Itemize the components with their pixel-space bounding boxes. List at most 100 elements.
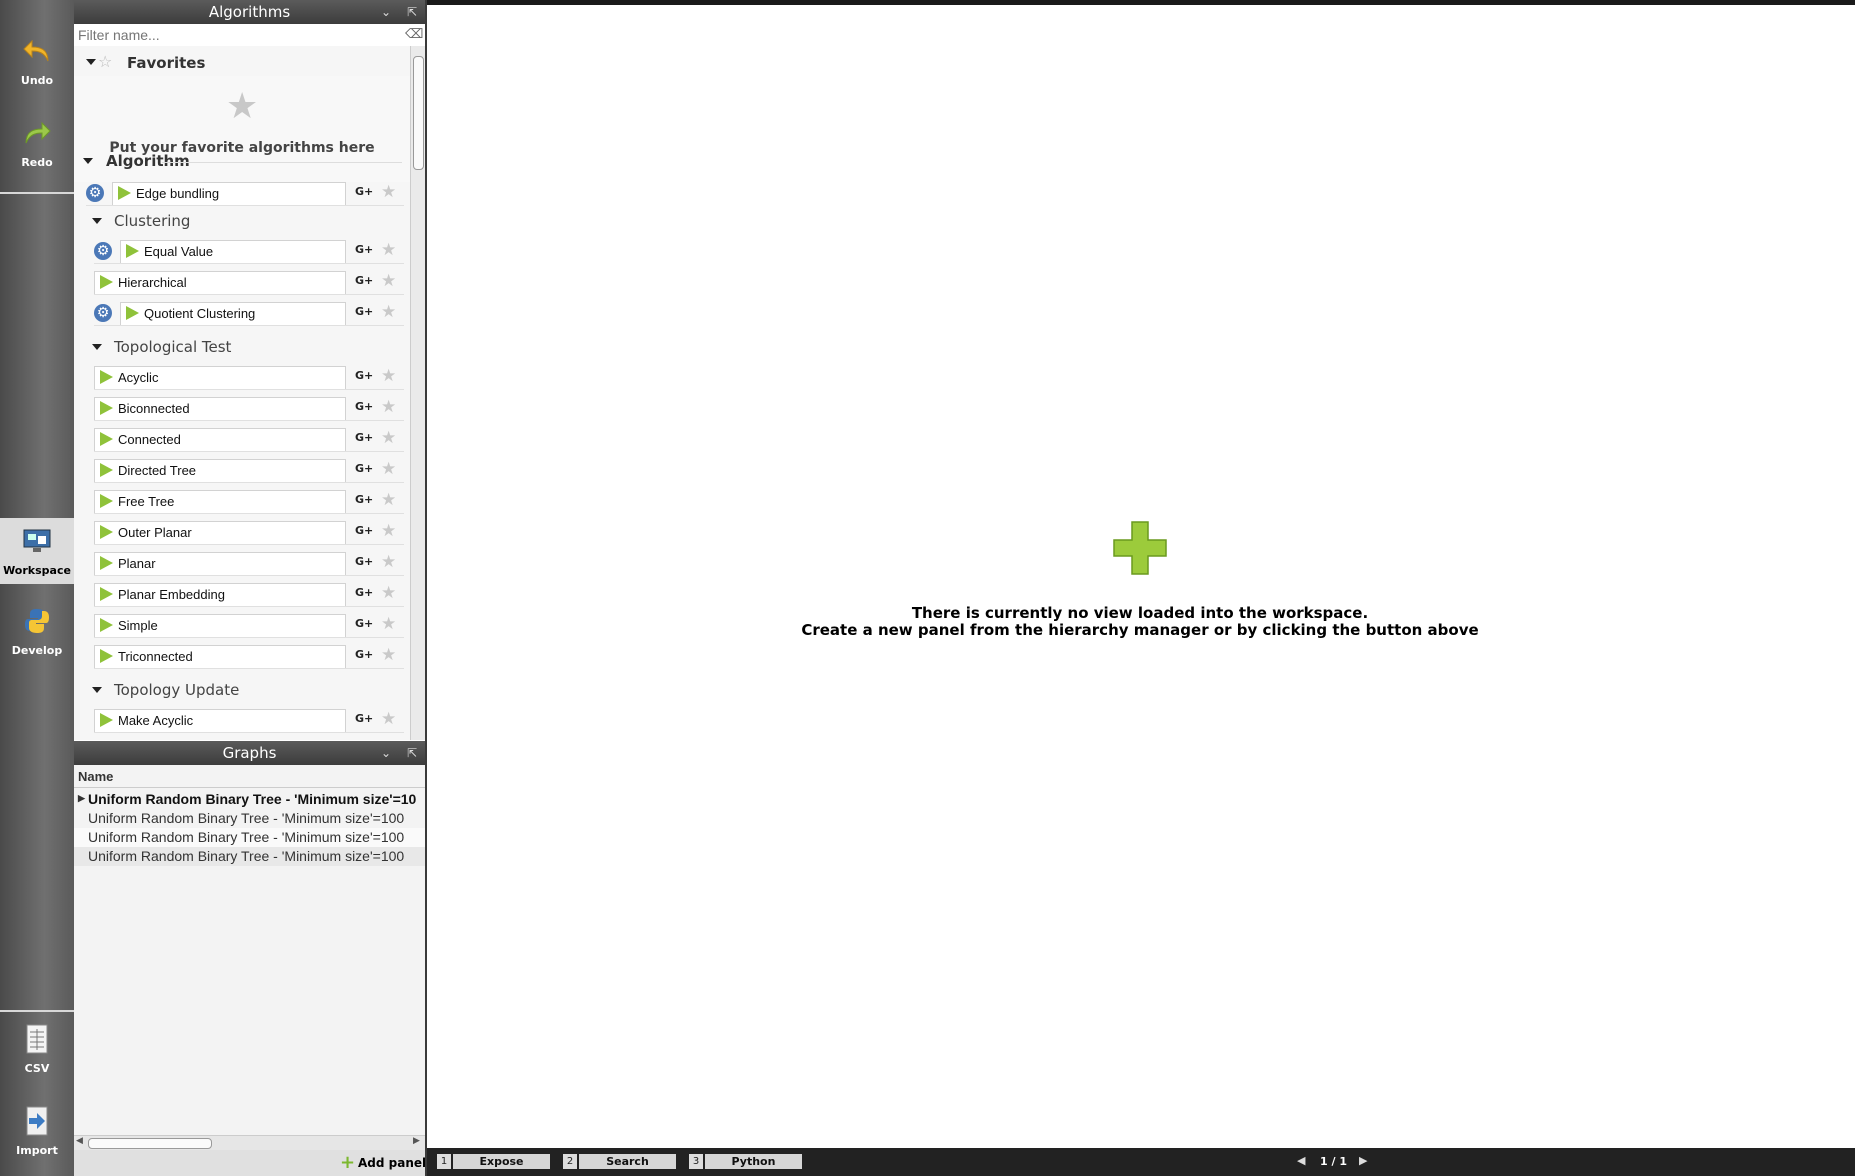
algorithm-item[interactable]: Make Acyclic G+ ★ <box>74 707 410 733</box>
new-graph-icon[interactable]: G+ <box>355 305 373 318</box>
favorite-star-icon[interactable]: ★ <box>381 521 396 541</box>
undock-icon[interactable]: ⇱ <box>400 741 424 765</box>
play-icon[interactable] <box>100 587 113 601</box>
favorite-star-icon[interactable]: ★ <box>381 583 396 603</box>
favorite-star-icon[interactable]: ★ <box>381 614 396 634</box>
algorithm-item[interactable]: Planar Embedding G+ ★ <box>74 581 410 607</box>
algorithm-item[interactable]: Acyclic G+ ★ <box>74 364 410 390</box>
redo-button[interactable]: Redo <box>0 110 74 169</box>
settings-gear-icon[interactable]: ⚙ <box>94 304 112 322</box>
new-graph-icon[interactable]: G+ <box>355 431 373 444</box>
new-graph-icon[interactable]: G+ <box>355 648 373 661</box>
play-icon[interactable] <box>100 401 113 415</box>
play-icon[interactable] <box>126 306 139 320</box>
play-icon[interactable] <box>100 463 113 477</box>
scroll-left-icon[interactable]: ◀ <box>76 1136 83 1146</box>
graph-row[interactable]: ▶ Uniform Random Binary Tree - 'Minimum … <box>74 790 425 809</box>
new-graph-icon[interactable]: G+ <box>355 555 373 568</box>
algorithm-item[interactable]: Biconnected G+ ★ <box>74 395 410 421</box>
expand-arrow-icon[interactable] <box>83 158 93 164</box>
panel-splitter[interactable] <box>425 0 427 1176</box>
previous-page-icon[interactable]: ◀ <box>1297 1154 1305 1167</box>
clear-filter-icon[interactable]: ⌫ <box>405 27 423 42</box>
undo-button[interactable]: Undo <box>0 28 74 87</box>
csv-button[interactable]: CSV <box>0 1016 74 1075</box>
new-graph-icon[interactable]: G+ <box>355 493 373 506</box>
graph-row[interactable]: Uniform Random Binary Tree - 'Minimum si… <box>74 809 425 828</box>
search-button[interactable]: Search <box>579 1154 676 1169</box>
algorithm-label: Planar <box>118 556 156 571</box>
new-graph-icon[interactable]: G+ <box>355 369 373 382</box>
favorite-star-icon[interactable]: ★ <box>381 397 396 417</box>
new-graph-icon[interactable]: G+ <box>355 243 373 256</box>
graphs-column-header[interactable]: Name <box>74 765 425 788</box>
algorithm-item[interactable]: ⚙ Equal Value G+ ★ <box>74 238 410 264</box>
collapse-chevron-icon[interactable]: ⌄ <box>374 0 398 24</box>
favorite-star-icon[interactable]: ★ <box>381 552 396 572</box>
favorite-star-icon[interactable]: ★ <box>381 428 396 448</box>
workspace-button[interactable]: Workspace <box>0 518 74 584</box>
expand-arrow-icon[interactable] <box>86 59 96 65</box>
next-page-icon[interactable]: ▶ <box>1359 1154 1367 1167</box>
algorithms-scrollbar[interactable] <box>410 46 425 740</box>
scroll-right-icon[interactable]: ▶ <box>413 1136 420 1146</box>
favorite-star-icon[interactable]: ★ <box>381 645 396 665</box>
python-button[interactable]: Python <box>705 1154 802 1169</box>
scrollbar-thumb[interactable] <box>88 1138 212 1149</box>
algorithm-item[interactable]: Simple G+ ★ <box>74 612 410 638</box>
scrollbar-thumb[interactable] <box>413 56 424 170</box>
settings-gear-icon[interactable]: ⚙ <box>94 242 112 260</box>
play-icon[interactable] <box>100 432 113 446</box>
favorite-star-icon[interactable]: ★ <box>381 182 396 202</box>
favorite-star-icon[interactable]: ★ <box>381 271 396 291</box>
algorithm-item[interactable]: Free Tree G+ ★ <box>74 488 410 514</box>
play-icon[interactable] <box>100 370 113 384</box>
play-icon[interactable] <box>126 244 139 258</box>
collapse-chevron-icon[interactable]: ⌄ <box>374 741 398 765</box>
graph-row[interactable]: Uniform Random Binary Tree - 'Minimum si… <box>74 828 425 847</box>
play-icon[interactable] <box>100 649 113 663</box>
play-icon[interactable] <box>100 618 113 632</box>
favorite-star-icon[interactable]: ★ <box>381 459 396 479</box>
new-graph-icon[interactable]: G+ <box>355 586 373 599</box>
filter-input[interactable] <box>74 24 402 46</box>
new-graph-icon[interactable]: G+ <box>355 400 373 413</box>
favorite-star-icon[interactable]: ★ <box>381 240 396 260</box>
algorithm-item[interactable]: ⚙ Edge bundling G+ ★ <box>74 180 410 206</box>
new-graph-icon[interactable]: G+ <box>355 274 373 287</box>
algorithm-item[interactable]: Directed Tree G+ ★ <box>74 457 410 483</box>
new-graph-icon[interactable]: G+ <box>355 617 373 630</box>
graphs-horizontal-scrollbar[interactable]: ◀ ▶ <box>74 1135 425 1150</box>
expose-button[interactable]: Expose <box>453 1154 550 1169</box>
new-graph-icon[interactable]: G+ <box>355 712 373 725</box>
undock-icon[interactable]: ⇱ <box>400 0 424 24</box>
play-icon[interactable] <box>100 494 113 508</box>
favorite-star-icon[interactable]: ★ <box>381 366 396 386</box>
develop-button[interactable]: Develop <box>0 598 74 657</box>
import-button[interactable]: Import <box>0 1098 74 1157</box>
settings-gear-icon[interactable]: ⚙ <box>86 184 104 202</box>
algorithm-item[interactable]: Connected G+ ★ <box>74 426 410 452</box>
expand-arrow-icon[interactable] <box>92 344 102 350</box>
new-graph-icon[interactable]: G+ <box>355 185 373 198</box>
favorite-star-icon[interactable]: ★ <box>381 709 396 729</box>
play-icon[interactable] <box>100 713 113 727</box>
graph-row[interactable]: Uniform Random Binary Tree - 'Minimum si… <box>74 847 425 866</box>
favorite-star-icon[interactable]: ★ <box>381 302 396 322</box>
play-icon[interactable] <box>100 556 113 570</box>
new-graph-icon[interactable]: G+ <box>355 524 373 537</box>
add-view-button[interactable] <box>1112 520 1168 576</box>
expand-arrow-icon[interactable]: ▶ <box>78 793 85 804</box>
play-icon[interactable] <box>100 525 113 539</box>
expand-arrow-icon[interactable] <box>92 687 102 693</box>
new-graph-icon[interactable]: G+ <box>355 462 373 475</box>
algorithm-item[interactable]: Planar G+ ★ <box>74 550 410 576</box>
algorithm-item[interactable]: Triconnected G+ ★ <box>74 643 410 669</box>
play-icon[interactable] <box>100 275 113 289</box>
algorithm-item[interactable]: Outer Planar G+ ★ <box>74 519 410 545</box>
algorithm-item[interactable]: ⚙ Quotient Clustering G+ ★ <box>74 300 410 326</box>
play-icon[interactable] <box>118 186 131 200</box>
favorite-star-icon[interactable]: ★ <box>381 490 396 510</box>
algorithm-item[interactable]: Hierarchical G+ ★ <box>74 269 410 295</box>
expand-arrow-icon[interactable] <box>92 218 102 224</box>
